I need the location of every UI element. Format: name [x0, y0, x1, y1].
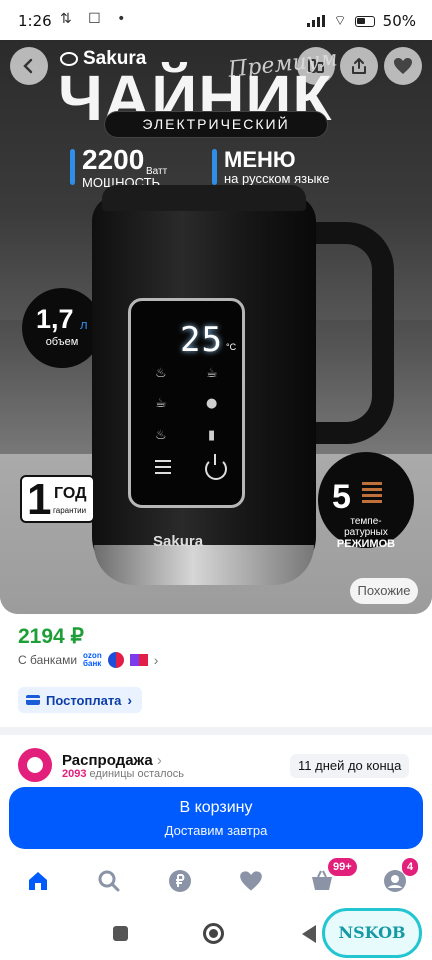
- kettle-base: [94, 545, 314, 585]
- signal-icon: [307, 15, 326, 27]
- volume-label: объем: [45, 336, 79, 348]
- menu-title: МЕНЮ: [224, 147, 296, 172]
- coffee-icon: ●: [206, 396, 218, 411]
- chevron-right-icon: ›: [153, 652, 159, 668]
- warranty-number: 1: [27, 475, 52, 524]
- chevron-right-icon: ›: [127, 692, 133, 708]
- menu-lines-icon: [155, 460, 171, 478]
- tab-favorites[interactable]: [238, 868, 264, 894]
- menu-spec: МЕНЮ на русском языке: [212, 147, 362, 189]
- sale-remaining-text: единицы осталось: [89, 768, 185, 780]
- menu-bar: [212, 149, 217, 185]
- notification-icons: ⇅ ☐ •: [60, 11, 132, 27]
- heart-icon: [394, 58, 412, 74]
- menu-sub: на русском языке: [224, 171, 330, 186]
- sale-title-text: Распродажа: [62, 752, 153, 769]
- postoplata-label: Постоплата: [46, 692, 122, 708]
- modes-line3: РЕЖИМОВ: [336, 538, 396, 550]
- price: 2194 ₽: [18, 625, 84, 648]
- wifi-icon: ⌔: [333, 13, 347, 29]
- card-icon: [26, 695, 40, 705]
- display-temperature: 25: [180, 320, 223, 360]
- status-bar: 1:26 ⇅ ☐ • ⌔ 50%: [0, 0, 432, 40]
- heart-icon: [240, 871, 262, 891]
- section-divider: [0, 727, 432, 735]
- battery-icon: [354, 15, 375, 27]
- cart-badge: 99+: [328, 858, 357, 876]
- similar-button[interactable]: Похожие: [350, 578, 418, 604]
- volume-badge: 1,7 л объем: [22, 288, 102, 368]
- bottom-tab-bar: [0, 855, 432, 910]
- recent-apps-button[interactable]: [113, 926, 128, 941]
- sale-remaining: 2093 единицы осталось: [62, 768, 184, 780]
- status-time: 1:26: [18, 12, 52, 30]
- display-unit: °C: [226, 342, 237, 352]
- green-tea-icon: ☕: [206, 366, 218, 381]
- sale-days-left: 11 дней до конца: [290, 754, 410, 778]
- back-button[interactable]: [10, 47, 48, 85]
- share-button[interactable]: [340, 47, 378, 85]
- battery-percent: 50%: [382, 12, 416, 30]
- volume-value: 1,7: [36, 304, 74, 334]
- delivery-label: Доставим завтра: [164, 823, 268, 838]
- modes-number: 5: [332, 478, 351, 516]
- tab-search[interactable]: [96, 868, 122, 894]
- modes-line2: ратурных: [344, 527, 388, 538]
- modes-line1: темпе-: [350, 516, 382, 527]
- postoplata-button[interactable]: Постоплата ›: [18, 687, 143, 713]
- baby-food-icon: ♨: [155, 366, 167, 381]
- share-icon: [352, 58, 366, 74]
- warranty-badge: 1 ГОД гарантии: [20, 475, 95, 524]
- power-spec: 2200 Ватт МОЩНОСТЬ: [70, 144, 180, 189]
- black-tea-icon: ☕: [155, 396, 167, 411]
- tab-home[interactable]: [25, 868, 51, 894]
- power-value: 2200: [82, 144, 145, 175]
- sale-count: 2093: [62, 768, 87, 780]
- bank-logo-icon: [107, 652, 124, 668]
- keep-warm-icon: ▮: [208, 428, 216, 443]
- volume-unit: л: [80, 317, 88, 332]
- status-right: ⌔ 50%: [307, 12, 416, 30]
- add-to-cart-button[interactable]: В корзину Доставим завтра: [9, 787, 423, 849]
- ruble-icon: [169, 870, 191, 892]
- warranty-label: гарантии: [53, 506, 87, 515]
- add-to-cart-label: В корзину: [179, 799, 253, 816]
- kettle-brand: Sakura: [153, 533, 204, 550]
- power-icon: [205, 454, 227, 480]
- kettle-lid: [102, 185, 306, 211]
- modes-text: темпе- ратурных: [318, 516, 414, 538]
- ozon-bank-logo: ozon банк: [83, 652, 102, 668]
- home-icon: [29, 872, 47, 890]
- boil-icon: ♨: [155, 428, 167, 443]
- chevron-left-icon: [23, 58, 33, 74]
- watermark-badge: NSKOB: [322, 908, 422, 958]
- back-nav-button[interactable]: [302, 925, 316, 943]
- product-subtitle-banner: ЭЛЕКТРИЧЕСКИЙ: [104, 111, 328, 138]
- warranty-word: ГОД: [54, 485, 87, 502]
- sale-logo-icon: [18, 748, 52, 782]
- bank-logo-icon-2: [129, 654, 148, 666]
- ozon-bank-l2: банк: [83, 659, 102, 668]
- profile-badge: 4: [402, 858, 419, 876]
- banks-label: С банками: [18, 653, 78, 667]
- modes-badge: 5 темпе- ратурных РЕЖИМОВ: [318, 452, 414, 550]
- favorite-button[interactable]: [384, 47, 422, 85]
- product-page: 1:26 ⇅ ☐ • ⌔ 50% Sakura Премиум ЧАЙНИК Э…: [0, 0, 432, 960]
- home-button[interactable]: [203, 923, 224, 944]
- modes-stripes-icon: [362, 482, 382, 503]
- bank-offers[interactable]: С банками ozon банк ›: [18, 652, 158, 668]
- power-bar: [70, 149, 75, 185]
- tab-finance[interactable]: [167, 868, 193, 894]
- sale-title[interactable]: Распродажа ›: [62, 752, 162, 769]
- chevron-right-icon: ›: [156, 752, 162, 769]
- search-icon: [98, 870, 120, 892]
